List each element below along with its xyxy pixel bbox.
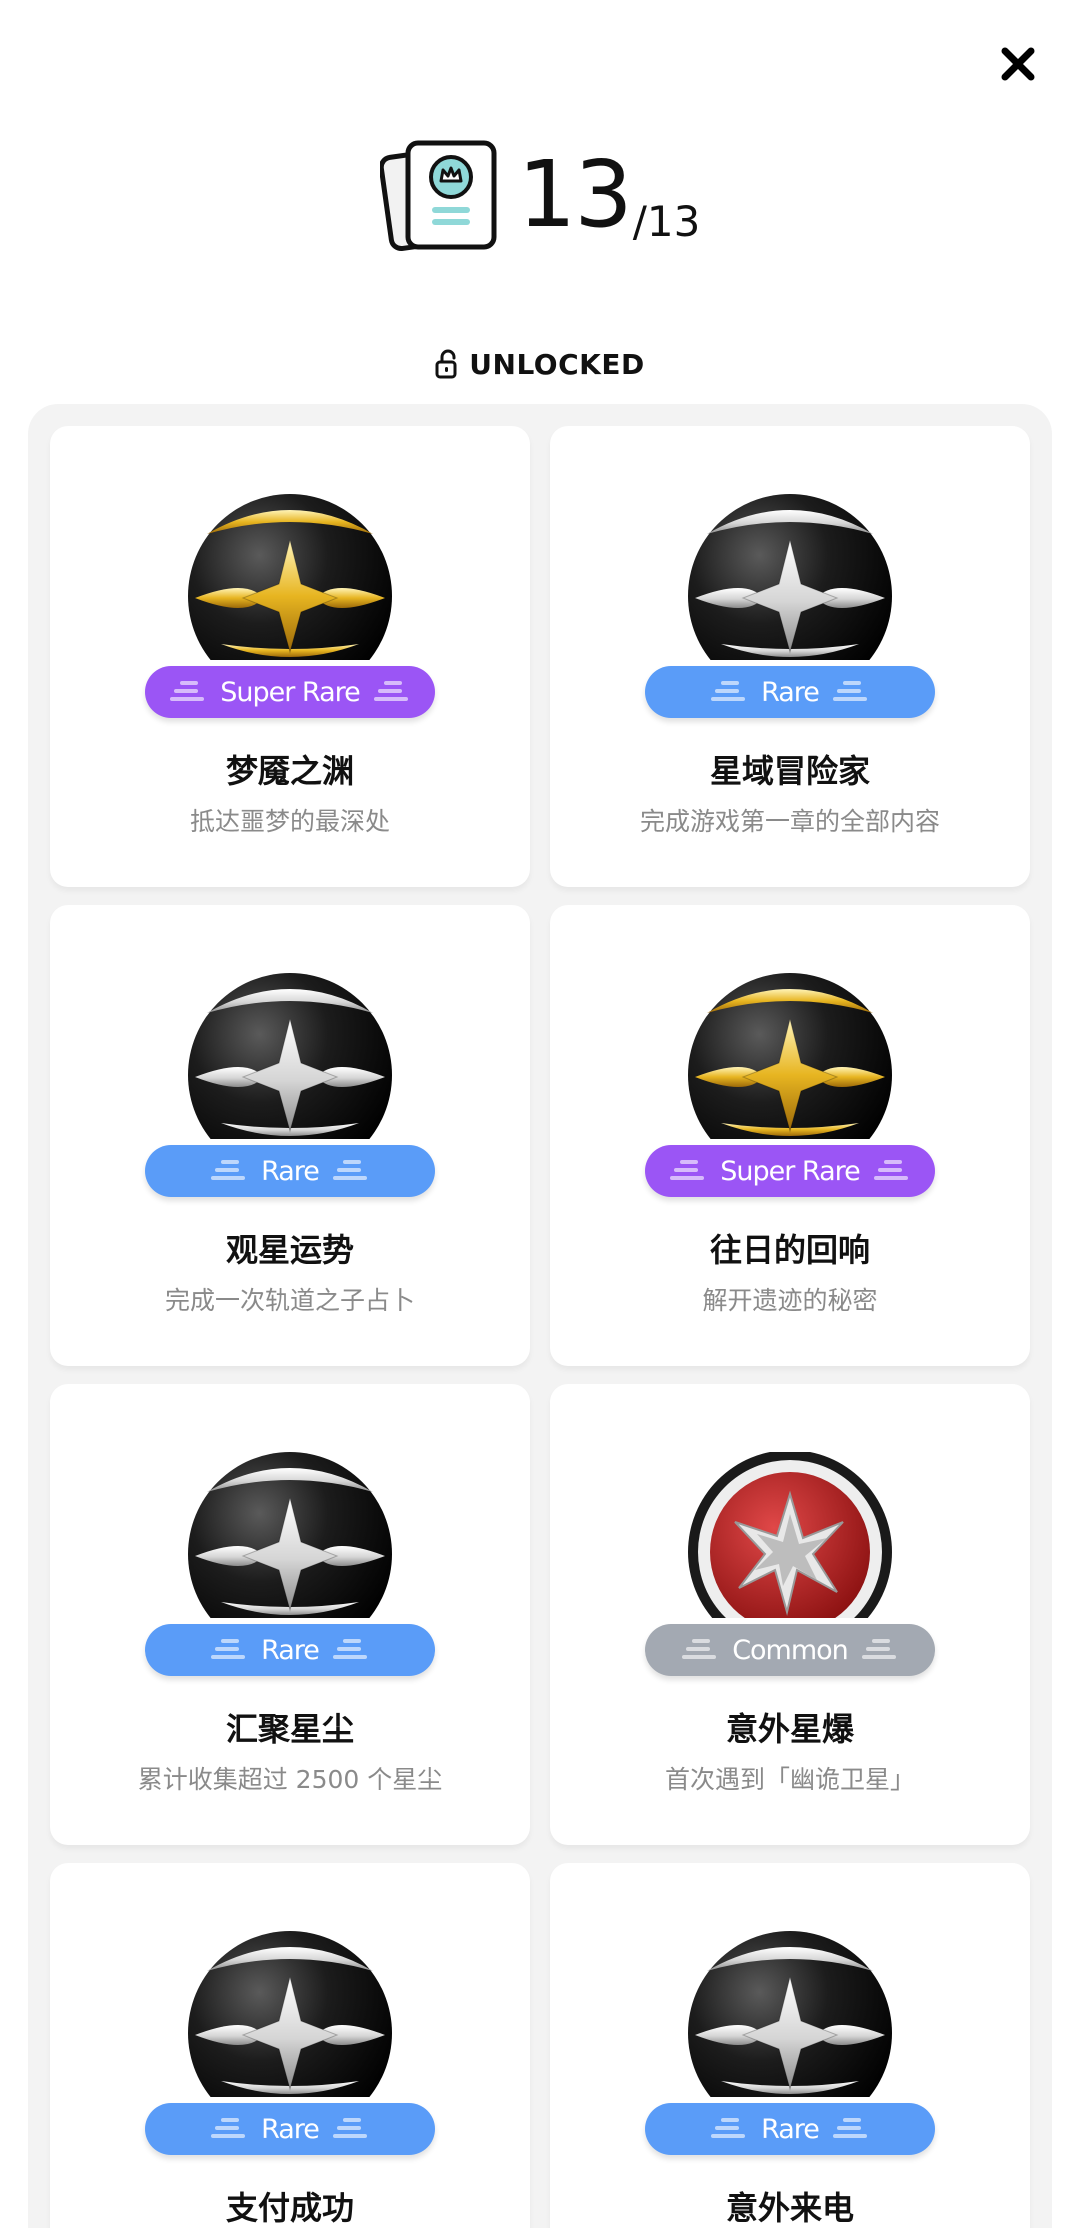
achievement-title: 梦魇之渊 xyxy=(225,752,354,790)
count-current: 13 xyxy=(517,141,633,248)
rarity-label: Rare xyxy=(261,1634,320,1666)
rarity-badge: Rare xyxy=(645,666,935,718)
rarity-left-bars-icon xyxy=(211,1160,246,1180)
unlocked-section-header: UNLOCKED xyxy=(0,344,1080,384)
achievement-description: 解开遗迹的秘密 xyxy=(702,1286,878,1315)
rarity-badge: Rare xyxy=(145,1624,435,1676)
achievement-title: 汇聚星尘 xyxy=(225,1710,354,1748)
close-icon xyxy=(1001,47,1035,81)
rarity-badge: Super Rare xyxy=(145,666,435,718)
rarity-label: Rare xyxy=(261,1155,320,1187)
rarity-right-bars-icon xyxy=(332,2118,367,2138)
achievement-card[interactable]: Rare 星域冒险家完成游戏第一章的全部内容 xyxy=(550,426,1030,887)
rarity-badge: Rare xyxy=(145,1145,435,1197)
achievement-description: 完成游戏第一章的全部内容 xyxy=(639,807,940,836)
achievement-title: 星域冒险家 xyxy=(709,752,870,790)
achievement-title: 往日的回响 xyxy=(709,1231,870,1269)
achievements-screen: 13 /13 UNLOCKED Super Rare 梦魇之渊抵达噩梦的最深处 Ra… xyxy=(0,0,1080,2228)
silver-star-medal-icon xyxy=(688,1931,892,2097)
rarity-badge: Common xyxy=(645,1624,935,1676)
rarity-left-bars-icon xyxy=(211,1639,246,1659)
rarity-right-bars-icon xyxy=(832,681,867,701)
achievement-card[interactable]: Super Rare 往日的回响解开遗迹的秘密 xyxy=(550,905,1030,1366)
gold-star-medal-icon xyxy=(688,973,892,1139)
achievement-description: 累计收集超过 2500 个星尘 xyxy=(137,1765,443,1794)
silver-star-medal-icon xyxy=(188,1452,392,1618)
rarity-left-bars-icon xyxy=(170,681,205,701)
unlock-icon xyxy=(435,349,457,379)
achievement-title: 意外来电 xyxy=(725,2189,854,2227)
achievement-description: 抵达噩梦的最深处 xyxy=(189,807,390,836)
rarity-label: Rare xyxy=(761,676,820,708)
rarity-label: Super Rare xyxy=(220,676,361,708)
achievement-title: 支付成功 xyxy=(225,2189,354,2227)
rarity-right-bars-icon xyxy=(861,1639,896,1659)
achievement-description: 完成一次轨道之子占卜 xyxy=(164,1286,415,1315)
achievement-card[interactable]: Rare 汇聚星尘累计收集超过 2500 个星尘 xyxy=(50,1384,530,1845)
silver-star-medal-icon xyxy=(188,973,392,1139)
rarity-label: Common xyxy=(732,1634,849,1666)
cards-icon xyxy=(379,140,497,252)
rarity-left-bars-icon xyxy=(211,2118,246,2138)
achievement-counter: 13 /13 xyxy=(0,130,1080,260)
achievement-description: 首次遇到「幽诡卫星」 xyxy=(664,1765,915,1794)
rarity-left-bars-icon xyxy=(711,2118,746,2138)
gold-star-medal-icon xyxy=(188,494,392,660)
silver-star-medal-icon xyxy=(688,494,892,660)
achievement-card[interactable]: Rare 支付成功 xyxy=(50,1863,530,2228)
rarity-right-bars-icon xyxy=(373,681,408,701)
rarity-label: Rare xyxy=(761,2113,820,2145)
rarity-label: Super Rare xyxy=(720,1155,861,1187)
rarity-label: Rare xyxy=(261,2113,320,2145)
unlocked-label: UNLOCKED xyxy=(469,347,645,381)
rarity-badge: Rare xyxy=(145,2103,435,2155)
starburst-medal-icon xyxy=(688,1452,892,1618)
rarity-left-bars-icon xyxy=(682,1639,717,1659)
rarity-right-bars-icon xyxy=(332,1639,367,1659)
rarity-right-bars-icon xyxy=(873,1160,908,1180)
achievement-card[interactable]: Rare 意外来电 xyxy=(550,1863,1030,2228)
achievement-card[interactable]: Common 意外星爆首次遇到「幽诡卫星」 xyxy=(550,1384,1030,1845)
rarity-badge: Super Rare xyxy=(645,1145,935,1197)
achievement-title: 观星运势 xyxy=(225,1231,354,1269)
rarity-left-bars-icon xyxy=(711,681,746,701)
achievement-card[interactable]: Rare 观星运势完成一次轨道之子占卜 xyxy=(50,905,530,1366)
rarity-right-bars-icon xyxy=(332,1160,367,1180)
silver-star-medal-icon xyxy=(188,1931,392,2097)
count-total: /13 xyxy=(632,197,701,246)
achievement-title: 意外星爆 xyxy=(725,1710,854,1748)
rarity-right-bars-icon xyxy=(832,2118,867,2138)
close-button[interactable] xyxy=(990,36,1046,92)
achievements-grid: Super Rare 梦魇之渊抵达噩梦的最深处 Rare 星域冒险家完成游戏第一章的全… xyxy=(50,426,1030,2228)
achievement-card[interactable]: Super Rare 梦魇之渊抵达噩梦的最深处 xyxy=(50,426,530,887)
rarity-left-bars-icon xyxy=(670,1160,705,1180)
rarity-badge: Rare xyxy=(645,2103,935,2155)
